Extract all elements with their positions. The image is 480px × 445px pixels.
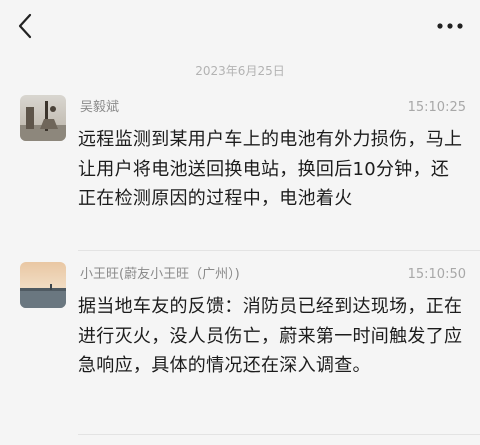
sender-name: 小王旺(蔚友小王旺（广州）) xyxy=(80,267,240,282)
message-text: 据当地车友的反馈：消防员已经到达现场，正在进行灭火，没人员伤亡，蔚来第一时间触发… xyxy=(78,296,463,376)
back-button[interactable] xyxy=(10,10,42,42)
more-button[interactable] xyxy=(432,12,468,40)
message-time: 15:10:50 xyxy=(407,267,466,282)
avatar-image xyxy=(20,262,66,308)
avatar[interactable] xyxy=(20,262,66,308)
sender-name: 吴毅斌 xyxy=(80,100,120,115)
chat-message: 小王旺(蔚友小王旺（广州）) 15:10:50 据当地车友的反馈：消防员已经到达… xyxy=(0,262,480,412)
chat-message: 吴毅斌 15:10:25 远程监测到某用户车上的电池有外力损伤，马上让用户将电池… xyxy=(0,95,480,245)
top-bar xyxy=(0,0,480,52)
message-time: 15:10:25 xyxy=(407,100,466,115)
message-divider xyxy=(78,250,480,251)
avatar[interactable] xyxy=(20,95,66,141)
chevron-left-icon xyxy=(18,13,32,39)
message-text: 远程监测到某用户车上的电池有外力损伤，马上让用户将电池送回换电站，换回后10分钟… xyxy=(78,129,463,209)
date-divider: 2023年6月25日 xyxy=(195,64,285,78)
message-divider xyxy=(78,434,480,435)
avatar-image xyxy=(20,95,66,141)
ellipsis-icon xyxy=(437,23,463,29)
chat-screen: 2023年6月25日 吴毅斌 15:10:25 远程监测到某用户车上的电池有外力 xyxy=(0,0,480,445)
